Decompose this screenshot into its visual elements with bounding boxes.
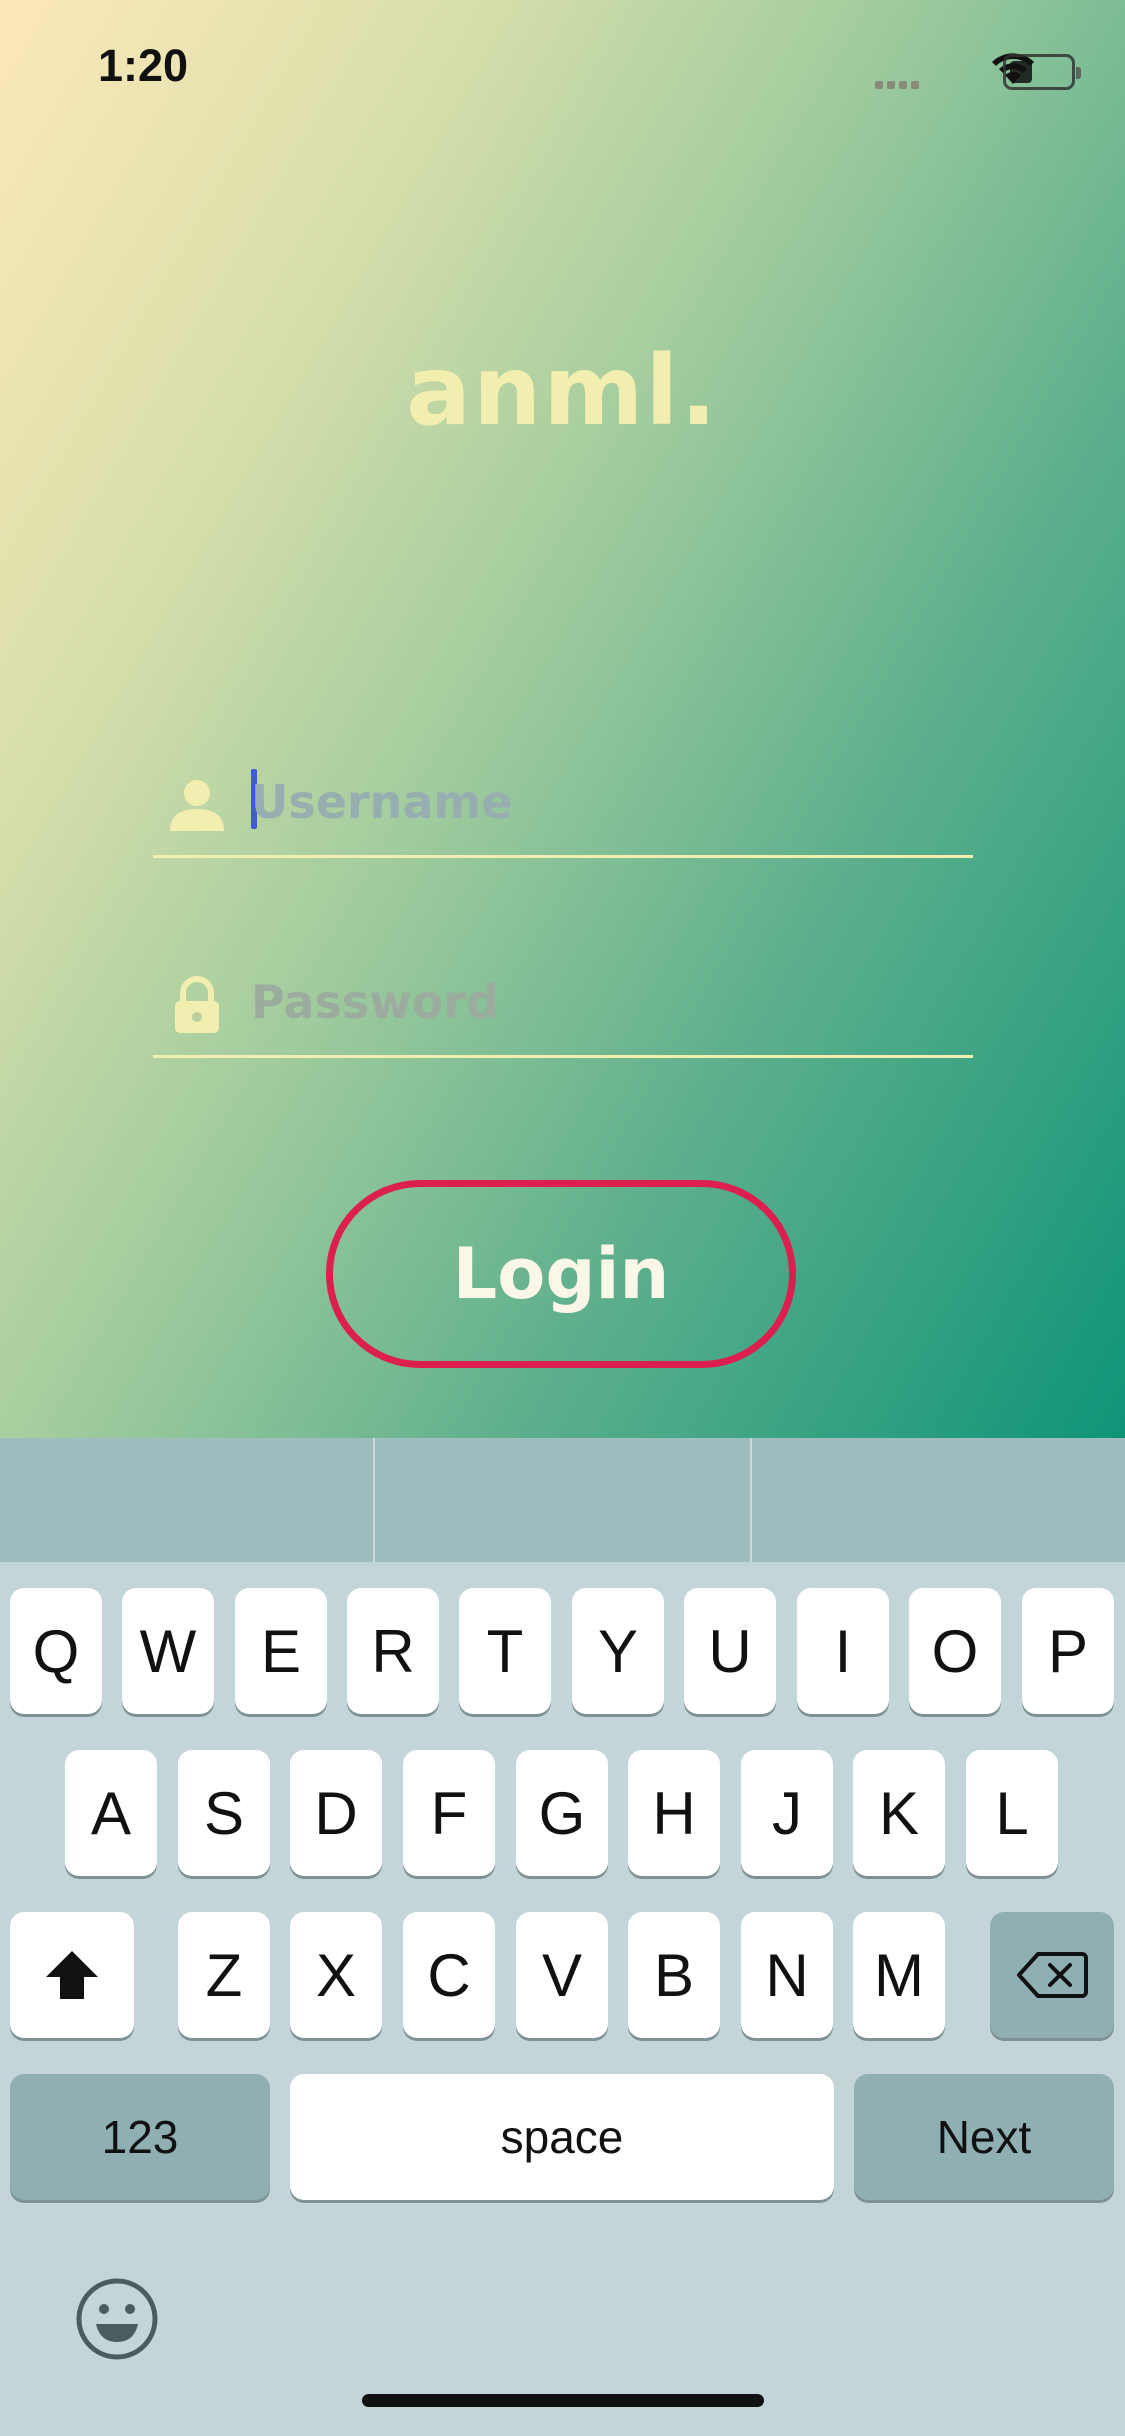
key-r[interactable]: R <box>347 1588 439 1714</box>
key-p[interactable]: P <box>1022 1588 1114 1714</box>
status-icons <box>875 48 1085 94</box>
lock-icon <box>175 976 219 1033</box>
username-field[interactable]: Username <box>153 755 973 858</box>
emoji-icon[interactable] <box>74 2276 160 2362</box>
delete-key[interactable] <box>990 1912 1114 2038</box>
login-button[interactable]: Login <box>326 1180 796 1368</box>
key-o[interactable]: O <box>909 1588 1001 1714</box>
login-button-label: Login <box>452 1233 670 1315</box>
app-logo: anml. <box>406 335 719 447</box>
keyboard-suggestion-bar <box>0 1438 1125 1562</box>
key-t[interactable]: T <box>459 1588 551 1714</box>
key-h[interactable]: H <box>628 1750 720 1876</box>
backspace-icon <box>1017 1952 1088 1998</box>
login-screen: 1:20 anml. Username Password Login <box>0 0 1125 1438</box>
key-i[interactable]: I <box>797 1588 889 1714</box>
key-g[interactable]: G <box>516 1750 608 1876</box>
key-f[interactable]: F <box>403 1750 495 1876</box>
key-c[interactable]: C <box>403 1912 495 2038</box>
password-input[interactable]: Password <box>251 975 499 1029</box>
space-key[interactable]: space <box>290 2074 834 2200</box>
password-field[interactable]: Password <box>153 955 973 1058</box>
status-time: 1:20 <box>98 40 189 91</box>
key-u[interactable]: U <box>684 1588 776 1714</box>
key-y[interactable]: Y <box>572 1588 664 1714</box>
signal-icon <box>875 76 923 94</box>
key-x[interactable]: X <box>290 1912 382 2038</box>
suggestion-divider <box>750 1438 752 1562</box>
battery-icon <box>1003 54 1081 90</box>
key-l[interactable]: L <box>966 1750 1058 1876</box>
suggestion-divider <box>373 1438 375 1562</box>
username-input[interactable]: Username <box>251 775 513 829</box>
shift-icon <box>46 1951 98 1999</box>
next-key[interactable]: Next <box>854 2074 1114 2200</box>
key-w[interactable]: W <box>122 1588 214 1714</box>
key-v[interactable]: V <box>516 1912 608 2038</box>
key-m[interactable]: M <box>853 1912 945 2038</box>
shift-key[interactable] <box>10 1912 134 2038</box>
key-s[interactable]: S <box>178 1750 270 1876</box>
key-a[interactable]: A <box>65 1750 157 1876</box>
key-z[interactable]: Z <box>178 1912 270 2038</box>
home-indicator[interactable] <box>362 2394 764 2407</box>
key-d[interactable]: D <box>290 1750 382 1876</box>
key-b[interactable]: B <box>628 1912 720 2038</box>
key-q[interactable]: Q <box>10 1588 102 1714</box>
key-j[interactable]: J <box>741 1750 833 1876</box>
key-k[interactable]: K <box>853 1750 945 1876</box>
key-e[interactable]: E <box>235 1588 327 1714</box>
numbers-key[interactable]: 123 <box>10 2074 270 2200</box>
user-icon <box>170 780 224 831</box>
key-n[interactable]: N <box>741 1912 833 2038</box>
